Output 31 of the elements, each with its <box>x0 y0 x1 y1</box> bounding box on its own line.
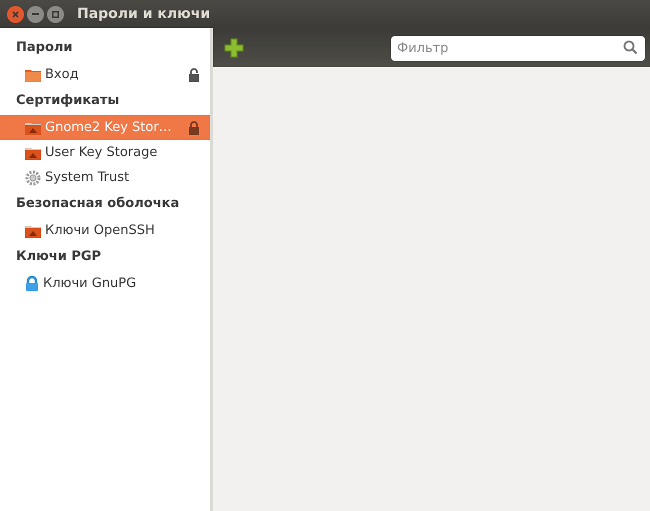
sidebar-item[interactable]: Вход <box>0 62 210 87</box>
section-heading: Безопасная оболочка <box>15 195 180 214</box>
section-heading: Ключи PGP <box>15 248 102 266</box>
sidebar-item[interactable]: Ключи GnuPG <box>0 271 210 296</box>
add-button[interactable] <box>223 36 245 58</box>
sidebar-item[interactable]: User Key Storage <box>0 140 210 165</box>
sidebar-item[interactable]: System Trust <box>0 165 210 190</box>
search-icon <box>623 40 638 55</box>
window-title: Пароли и ключи <box>77 4 210 24</box>
minimize-icon <box>32 13 39 15</box>
item-label: User Key Storage <box>45 144 158 162</box>
folder-icon <box>25 146 41 160</box>
item-label: Ключи OpenSSH <box>45 222 156 240</box>
section-heading: Пароли <box>15 39 74 58</box>
sidebar-item[interactable]: Ключи OpenSSH <box>0 218 210 243</box>
minimize-button[interactable] <box>27 6 44 22</box>
section-heading: Сертификаты <box>15 92 120 110</box>
maximize-icon <box>52 10 59 18</box>
folder-icon <box>25 68 41 82</box>
folder-icon <box>25 120 41 134</box>
search-field[interactable]: Фильтр <box>391 36 645 61</box>
close-icon <box>12 10 19 18</box>
item-label: Gnome2 Key Stor… <box>45 118 173 137</box>
gear-icon <box>25 170 41 186</box>
item-label: System Trust <box>45 168 130 187</box>
item-label: Вход <box>45 66 80 84</box>
close-button[interactable] <box>7 6 24 22</box>
item-label: Ключи GnuPG <box>43 274 138 293</box>
maximize-button[interactable] <box>47 6 64 22</box>
plus-icon <box>224 38 244 58</box>
folder-icon <box>25 224 41 238</box>
